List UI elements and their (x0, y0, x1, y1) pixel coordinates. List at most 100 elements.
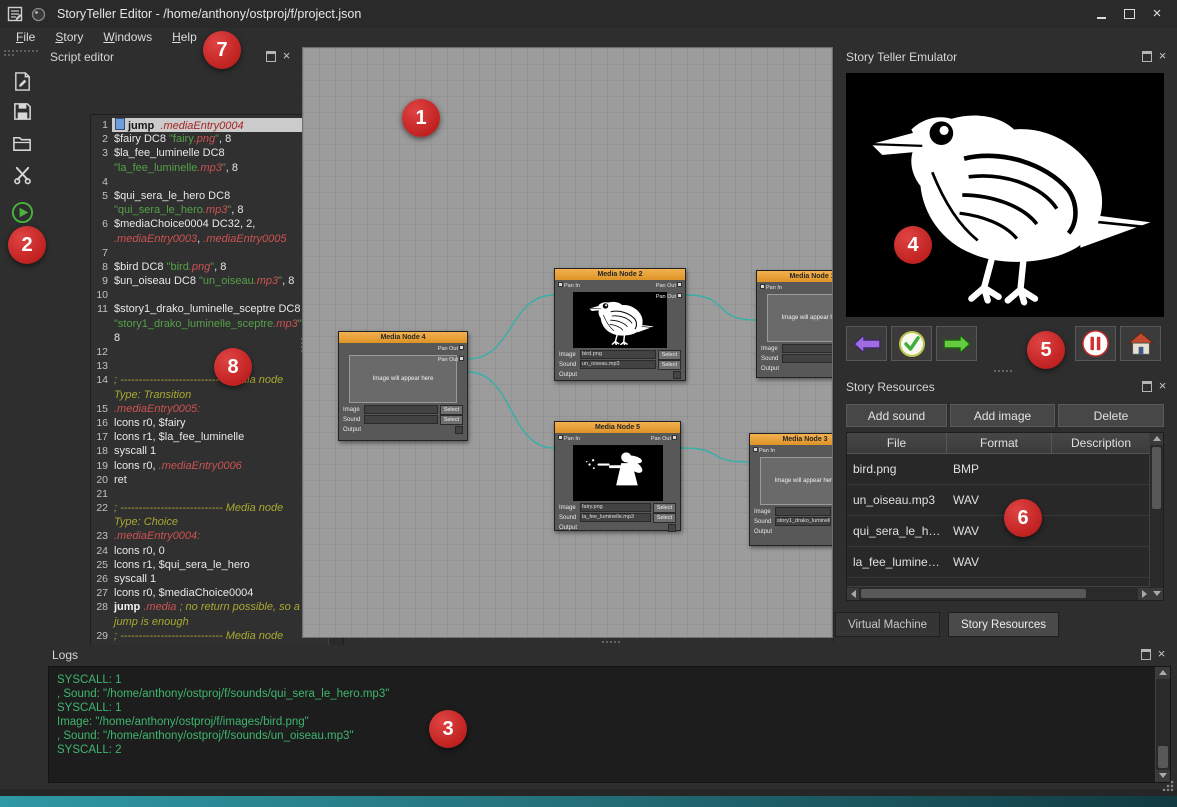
scroll-left-icon[interactable] (847, 588, 859, 600)
field-label: Image (754, 509, 773, 515)
graph-node[interactable]: Media Node 5Pan InPan OutImagefairy.pngS… (554, 421, 681, 531)
graph-node[interactable]: Media Node 4Pan OutPan OutImage will app… (338, 331, 468, 441)
node-title-bar[interactable]: Media Node 4 (339, 332, 467, 343)
node-field-row: Output (761, 364, 833, 373)
sound-field[interactable] (782, 354, 833, 363)
sound-field[interactable] (364, 415, 438, 424)
select-button[interactable]: Select (440, 405, 463, 415)
delete-button[interactable]: Delete (1058, 404, 1164, 427)
splitter-handle[interactable] (602, 640, 620, 643)
node-wire (468, 295, 554, 359)
menu-item-story[interactable]: Story (45, 28, 93, 47)
select-button[interactable]: Select (440, 415, 463, 425)
menu-item-windows[interactable]: Windows (93, 28, 162, 47)
tab-story-resources[interactable]: Story Resources (948, 612, 1059, 637)
graph-node[interactable]: Media Node 3 Pan In Image will appear here… (749, 433, 833, 546)
sound-field[interactable]: un_oiseau.mp3 (580, 360, 656, 369)
resource-row[interactable]: bird.pngBMP (847, 454, 1163, 485)
input-pin[interactable]: Pan In (558, 282, 580, 289)
tab-virtual-machine[interactable]: Virtual Machine (835, 612, 940, 637)
input-pin[interactable]: Pan In (558, 435, 580, 442)
save-icon[interactable] (9, 98, 35, 124)
node-title-bar[interactable]: Media Node 1 (757, 271, 833, 282)
scroll-right-icon[interactable] (1138, 588, 1150, 600)
sound-field[interactable]: story1_drako_luminelle_sceptre.mp3 (775, 517, 831, 526)
float-dock-icon[interactable] (265, 51, 276, 62)
resize-grip[interactable] (1162, 779, 1174, 791)
table-vertical-scrollbar[interactable] (1149, 433, 1163, 600)
image-placeholder: Image will appear here (760, 457, 833, 505)
close-dock-icon[interactable]: × (1157, 50, 1168, 61)
scrollbar-thumb[interactable] (1158, 746, 1168, 768)
sound-field[interactable]: la_fee_luminelle.mp3 (580, 513, 651, 522)
output-slot[interactable] (668, 524, 676, 532)
node-title-bar[interactable]: Media Node 2 (555, 269, 685, 280)
code-line: 15.mediaEntry0005: (91, 402, 329, 416)
open-folder-icon[interactable] (9, 130, 35, 156)
image-field[interactable] (364, 405, 438, 414)
column-header-format[interactable]: Format (947, 433, 1052, 453)
output-pin[interactable]: Pan Out (651, 435, 677, 442)
select-button[interactable]: Select (658, 360, 681, 370)
graph-node[interactable]: Media Node 1Pan InPan OutImage will appe… (756, 270, 833, 378)
maximize-icon[interactable] (1119, 6, 1139, 22)
output-pin[interactable]: Pan Out (656, 293, 682, 300)
new-script-icon[interactable] (9, 68, 35, 94)
add-sound-button[interactable]: Add sound (846, 404, 947, 427)
image-field[interactable] (775, 507, 831, 516)
float-dock-icon[interactable] (1140, 649, 1151, 660)
node-title-bar[interactable]: Media Node 5 (555, 422, 680, 433)
scissors-icon[interactable] (9, 162, 35, 188)
close-dock-icon[interactable]: × (1156, 648, 1167, 659)
output-slot[interactable] (455, 426, 463, 434)
resource-row[interactable]: la_fee_lumine…WAV (847, 547, 1163, 578)
node-graph-canvas[interactable]: Media Node 4 Pan Out Pan Out Image will app… (302, 47, 833, 638)
main-toolbar (0, 47, 45, 640)
node-field-row: SoundSelect (761, 354, 833, 363)
code-line: 6$mediaChoice0004 DC32, 2, (91, 217, 329, 231)
select-button[interactable]: Select (658, 350, 681, 360)
node-title-bar[interactable]: Media Node 3 (750, 434, 833, 445)
output-pin[interactable]: Pan Out (438, 345, 464, 352)
emulator-back-button[interactable] (846, 326, 887, 361)
select-button[interactable]: Select (653, 513, 676, 523)
scroll-down-icon[interactable] (1150, 588, 1163, 600)
emulator-forward-button[interactable] (936, 326, 977, 361)
minimize-icon[interactable] (1091, 6, 1111, 22)
column-header-file[interactable]: File (847, 433, 947, 453)
menu-item-file[interactable]: File (6, 28, 45, 47)
table-horizontal-scrollbar[interactable] (847, 586, 1150, 600)
emulator-validate-button[interactable] (891, 326, 932, 361)
close-dock-icon[interactable]: × (281, 50, 292, 61)
scrollbar-thumb[interactable] (861, 589, 1086, 598)
scroll-up-icon[interactable] (1150, 433, 1163, 445)
float-dock-icon[interactable] (1141, 51, 1152, 62)
float-dock-icon[interactable] (1141, 381, 1152, 392)
add-image-button[interactable]: Add image (950, 404, 1055, 427)
image-field[interactable]: fairy.png (580, 503, 651, 512)
log-line: , Sound: "/home/anthony/ostproj/f/sounds… (57, 687, 1162, 701)
logs-scrollbar[interactable] (1155, 667, 1170, 782)
image-field[interactable] (782, 344, 833, 353)
output-slot[interactable] (673, 371, 681, 379)
logs-dock: Logs × SYSCALL: 1, Sound: "/home/anthony… (0, 645, 1177, 789)
emulator-home-button[interactable] (1120, 326, 1161, 361)
title-bar[interactable]: StoryTeller Editor - /home/anthony/ostpr… (0, 0, 1177, 29)
scrollbar-thumb[interactable] (1152, 447, 1161, 509)
select-button[interactable]: Select (653, 503, 676, 513)
close-icon[interactable]: × (1147, 6, 1167, 22)
image-field[interactable]: bird.png (580, 350, 656, 359)
scroll-up-icon[interactable] (1156, 667, 1170, 679)
run-icon[interactable] (9, 199, 35, 225)
splitter-handle[interactable] (994, 369, 1012, 372)
input-pin[interactable]: Pan In (753, 447, 775, 454)
input-pin[interactable]: Pan In (760, 284, 782, 291)
close-dock-icon[interactable]: × (1157, 380, 1168, 391)
output-pin[interactable]: Pan Out (438, 356, 464, 363)
graph-node[interactable]: Media Node 2Pan InPan OutPan OutImagebir… (554, 268, 686, 381)
emulator-pause-button[interactable] (1075, 326, 1116, 361)
output-pin[interactable]: Pan Out (656, 282, 682, 289)
column-header-description[interactable]: Description (1052, 433, 1151, 453)
toolbar-handle[interactable] (4, 50, 38, 56)
menu-item-help[interactable]: Help (162, 28, 207, 47)
